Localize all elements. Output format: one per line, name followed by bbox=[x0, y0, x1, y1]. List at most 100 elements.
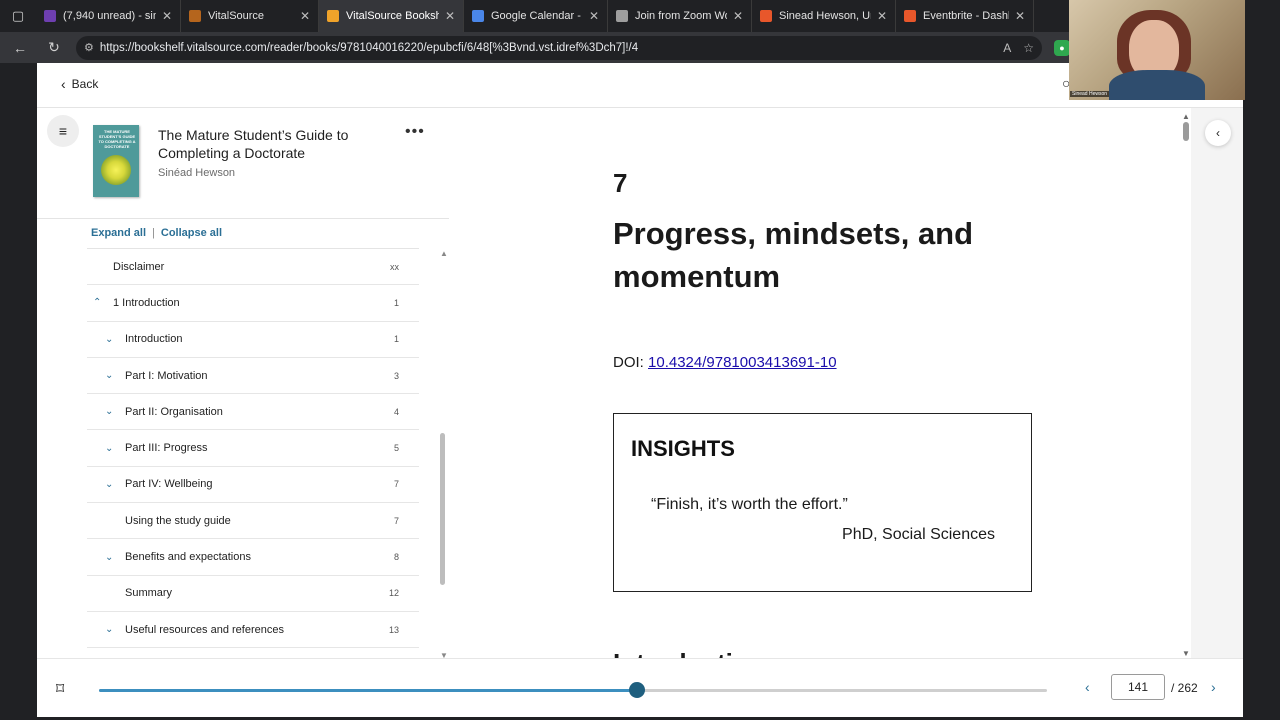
content-scrollbar-thumb[interactable] bbox=[1183, 122, 1189, 141]
insights-quote: “Finish, it’s worth the effort.” bbox=[651, 496, 848, 513]
toc-item[interactable]: ⌄ Benefits and expectations 8 bbox=[87, 539, 419, 576]
toc-item-page: 5 bbox=[393, 443, 399, 454]
back-button[interactable]: ‹ Back bbox=[61, 76, 98, 92]
bookmark-icon[interactable]: ⌑ bbox=[56, 679, 64, 699]
read-aloud-icon[interactable]: A bbox=[1003, 41, 1011, 55]
tab-title: Sinead Hewson, Uncon bbox=[779, 10, 871, 22]
tab-close-icon[interactable]: ✕ bbox=[445, 9, 455, 23]
expand-all-link[interactable]: Expand all bbox=[91, 227, 146, 239]
scroll-up-arrow-icon[interactable]: ▲ bbox=[440, 249, 448, 258]
collapse-all-link[interactable]: Collapse all bbox=[161, 227, 222, 239]
toc-item-page: 7 bbox=[393, 515, 399, 526]
tab-favicon-icon bbox=[327, 10, 339, 22]
tab-title: VitalSource bbox=[208, 10, 265, 22]
tab-title: VitalSource Bookshelf: T bbox=[346, 10, 439, 22]
chevron-down-icon[interactable]: ⌄ bbox=[105, 552, 113, 563]
tab-close-icon[interactable]: ✕ bbox=[162, 9, 172, 23]
toc-item[interactable]: ⌄ Introduction 1 bbox=[87, 322, 419, 358]
tab-title: Google Calendar - Wee bbox=[491, 10, 583, 22]
menu-icon[interactable]: ≡ bbox=[47, 115, 79, 147]
toc-item[interactable]: Summary 12 bbox=[87, 576, 419, 612]
cover-flower-image bbox=[101, 155, 131, 185]
book-cover: THE MATURE STUDENT'S GUIDE TO COMPLETING… bbox=[93, 125, 139, 197]
toc-item[interactable]: ⌄ Part II: Organisation 4 bbox=[87, 394, 419, 431]
slider-handle[interactable] bbox=[629, 682, 646, 698]
participant-name: Sinead Hewson bbox=[1070, 91, 1110, 97]
toc-item[interactable]: ⌄ Useful resources and references 13 bbox=[87, 612, 419, 649]
content-scroll-down-icon[interactable]: ▼ bbox=[1182, 649, 1190, 658]
toc-item-label: Introduction bbox=[125, 333, 183, 346]
toc-item-page: 4 bbox=[393, 406, 399, 417]
extension-evernote-icon[interactable]: ● bbox=[1054, 39, 1070, 56]
video-participant-tile: Sinead Hewson bbox=[1069, 0, 1245, 100]
doi-link[interactable]: 10.4324/9781003413691-10 bbox=[648, 354, 837, 371]
more-options-icon[interactable]: ••• bbox=[405, 123, 425, 141]
tab-close-icon[interactable]: ✕ bbox=[733, 9, 743, 23]
browser-tab[interactable]: VitalSource Bookshelf: T ✕ bbox=[319, 0, 464, 32]
chevron-up-icon[interactable]: ⌃ bbox=[93, 297, 101, 308]
video-strip bbox=[1245, 0, 1280, 720]
tab-close-icon[interactable]: ✕ bbox=[1015, 9, 1025, 23]
toc-item-page: 3 bbox=[393, 370, 399, 381]
insights-box: INSIGHTS “Finish, it’s worth the effort.… bbox=[613, 413, 1032, 592]
browser-tab[interactable]: Sinead Hewson, Uncon ✕ bbox=[752, 0, 896, 32]
toc-item-label: Benefits and expectations bbox=[125, 551, 251, 564]
url-field[interactable]: ⚙ https://bookshelf.vitalsource.com/read… bbox=[76, 35, 1042, 60]
chevron-down-icon[interactable]: ⌄ bbox=[105, 624, 113, 635]
tab-title: Eventbrite - Dashboard bbox=[923, 10, 1009, 22]
toc-item[interactable]: ⌃ 1 Introduction 1 bbox=[87, 285, 419, 322]
favorite-star-icon[interactable]: ☆ bbox=[1023, 41, 1034, 55]
url-text[interactable]: https://bookshelf.vitalsource.com/reader… bbox=[100, 42, 991, 54]
tab-favicon-icon bbox=[904, 10, 916, 22]
tab-title: Join from Zoom Workpl bbox=[635, 10, 727, 22]
back-arrow-icon[interactable]: ← bbox=[6, 34, 34, 62]
chevron-down-icon[interactable]: ⌄ bbox=[105, 443, 113, 454]
tab-strip: (7,940 unread) - sinead✕VitalSource✕Vita… bbox=[36, 0, 1034, 32]
next-page-icon[interactable]: › bbox=[1211, 679, 1216, 695]
browser-tab[interactable]: Eventbrite - Dashboard ✕ bbox=[896, 0, 1034, 32]
browser-tab[interactable]: VitalSource ✕ bbox=[181, 0, 319, 32]
browser-tab[interactable]: Google Calendar - Wee ✕ bbox=[464, 0, 608, 32]
chevron-down-icon[interactable]: ⌄ bbox=[105, 370, 113, 381]
tab-actions-icon[interactable]: ▢ bbox=[0, 0, 36, 32]
tab-favicon-icon bbox=[472, 10, 484, 22]
toc-item[interactable]: ⌄ Part III: Progress 5 bbox=[87, 430, 419, 467]
content-right-gutter bbox=[1191, 108, 1243, 658]
chevron-down-icon[interactable]: ⌄ bbox=[105, 479, 113, 490]
separator: | bbox=[152, 227, 155, 239]
insights-attribution: PhD, Social Sciences bbox=[842, 526, 995, 543]
chevron-down-icon[interactable]: ⌄ bbox=[105, 334, 113, 345]
reload-icon[interactable]: ↻ bbox=[40, 34, 68, 62]
toc-item[interactable]: Using the study guide 7 bbox=[87, 503, 419, 540]
toc-item[interactable]: ⌄ Part IV: Wellbeing 7 bbox=[87, 467, 419, 504]
page-number-input[interactable] bbox=[1111, 674, 1165, 700]
toc-sidebar: ≡ THE MATURE STUDENT'S GUIDE TO COMPLETI… bbox=[37, 108, 449, 660]
previous-page-icon[interactable]: ‹ bbox=[1085, 679, 1090, 695]
toc-item-page: 13 bbox=[388, 624, 399, 635]
tab-close-icon[interactable]: ✕ bbox=[300, 9, 310, 23]
browser-tab[interactable]: Join from Zoom Workpl ✕ bbox=[608, 0, 752, 32]
toc-item[interactable]: ⌄ Part I: Motivation 3 bbox=[87, 358, 419, 395]
divider bbox=[37, 218, 449, 219]
toc-item-label: Part IV: Wellbeing bbox=[125, 478, 213, 491]
reader-footer: ⌑ ‹ / 262 › bbox=[37, 658, 1243, 717]
book-title: The Mature Student’s Guide to Completing… bbox=[158, 127, 349, 161]
page-slider[interactable] bbox=[99, 682, 1047, 698]
site-info-icon[interactable]: ⚙ bbox=[84, 41, 94, 54]
toc-item-page: 8 bbox=[393, 552, 399, 563]
tab-close-icon[interactable]: ✕ bbox=[877, 9, 887, 23]
tab-close-icon[interactable]: ✕ bbox=[589, 9, 599, 23]
browser-tab[interactable]: (7,940 unread) - sinead ✕ bbox=[36, 0, 181, 32]
toc-item-label: 1 Introduction bbox=[113, 296, 180, 309]
collapse-panel-chevron-icon[interactable]: ‹ bbox=[1205, 120, 1231, 146]
tab-favicon-icon bbox=[616, 10, 628, 22]
chapter-number: 7 bbox=[613, 168, 628, 198]
toc-scrollbar-thumb[interactable] bbox=[440, 433, 445, 585]
section-heading: Introduction bbox=[613, 648, 765, 658]
chapter-title: Progress, mindsets, and momentum bbox=[613, 216, 974, 294]
toc-item[interactable]: Disclaimer xx bbox=[87, 249, 419, 286]
toc-item-label: Part I: Motivation bbox=[125, 369, 208, 382]
content-scroll-up-icon[interactable]: ▲ bbox=[1182, 112, 1190, 121]
chevron-down-icon[interactable]: ⌄ bbox=[105, 406, 113, 417]
expand-collapse-controls: Expand all | Collapse all bbox=[91, 227, 222, 239]
